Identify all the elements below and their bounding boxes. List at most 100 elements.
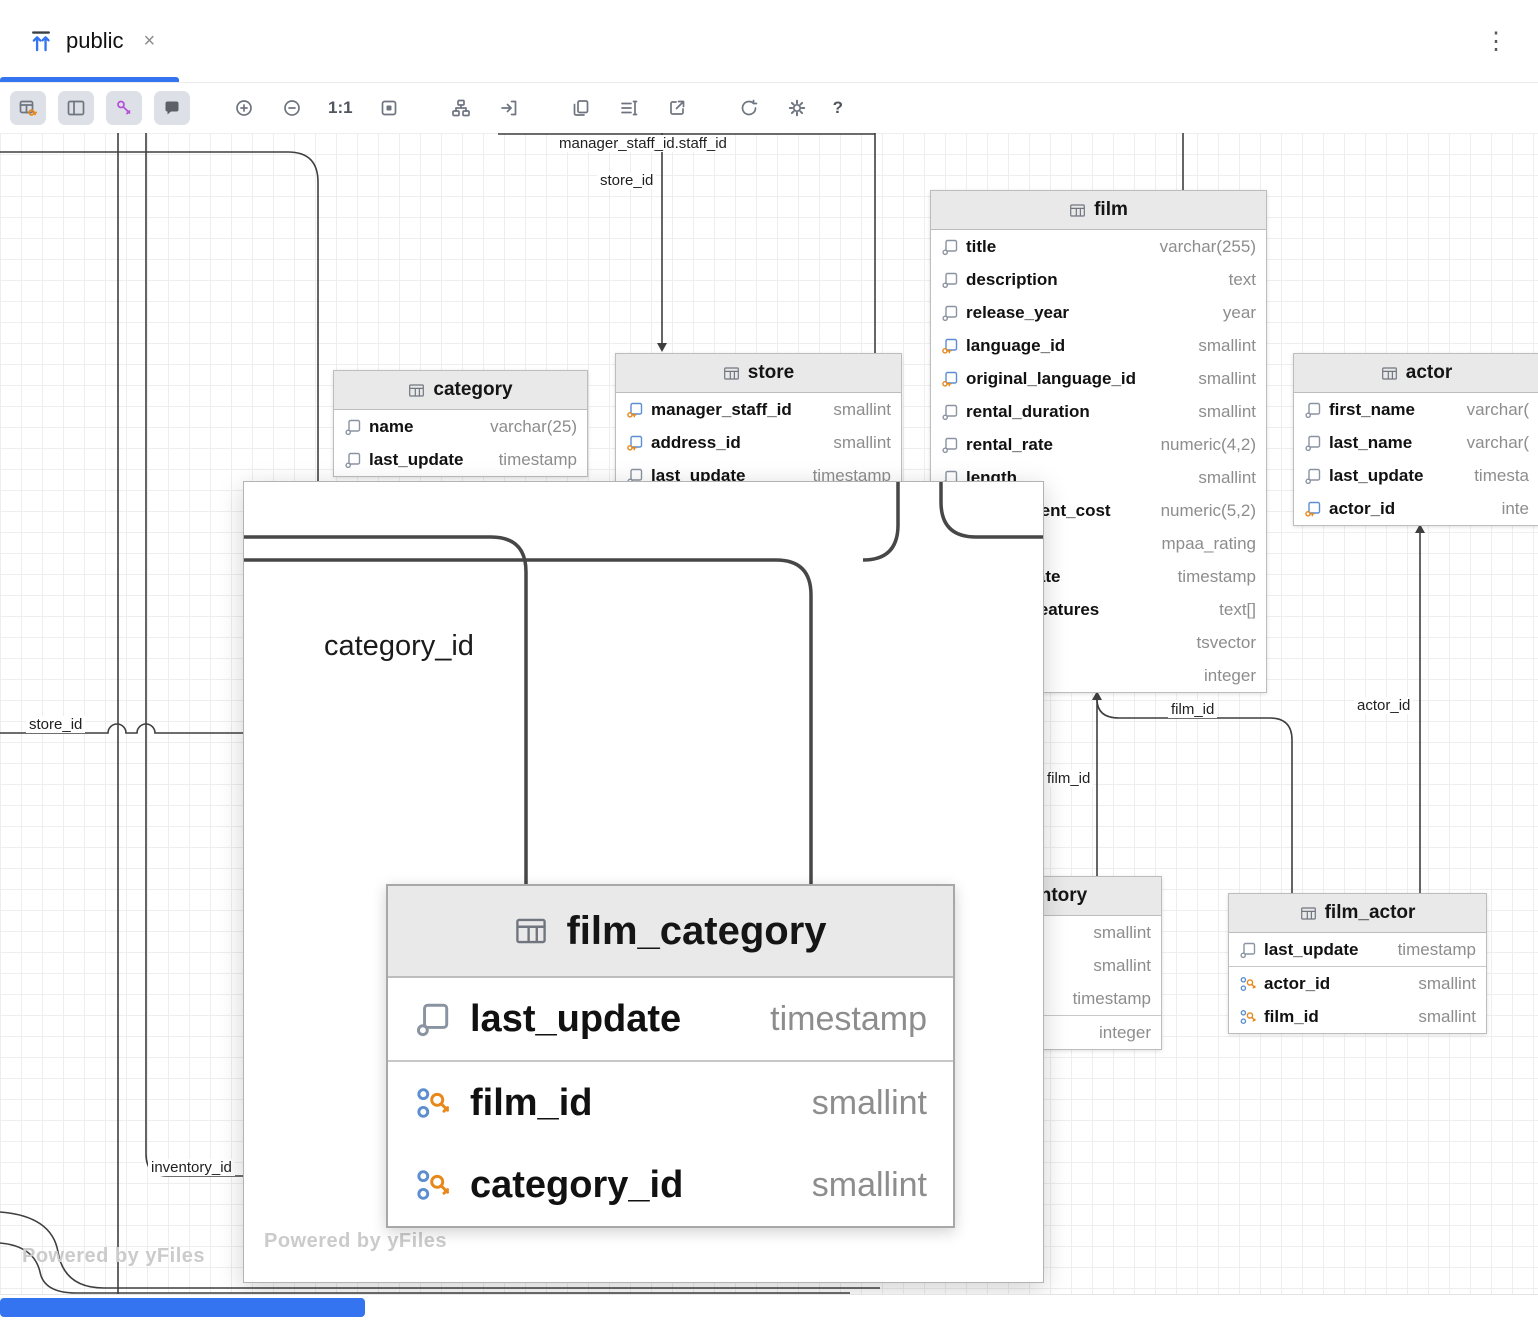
jump-to-object-button[interactable] — [491, 91, 527, 125]
edge-label: category_id — [320, 630, 478, 663]
key-icon — [114, 98, 134, 118]
gear-icon — [787, 98, 807, 118]
copy-diagram-button[interactable] — [563, 91, 599, 125]
fk-icon — [941, 337, 959, 355]
help-button[interactable]: ? — [827, 91, 849, 125]
diagram-canvas[interactable]: Powered by yFiles category_id Powered by… — [0, 133, 1538, 1294]
column-row: rental_durationsmallint — [931, 395, 1266, 428]
panel-icon — [66, 98, 86, 118]
edge-label: store_id — [26, 716, 85, 733]
table-grid-icon — [1381, 365, 1398, 382]
yfiles-watermark: Powered by yFiles — [22, 1245, 205, 1268]
column-row: rental_ratenumeric(4,2) — [931, 428, 1266, 461]
show-keys-toggle-button[interactable] — [106, 91, 142, 125]
fk-icon — [626, 401, 644, 419]
fk-icon — [941, 370, 959, 388]
select-text-icon — [619, 98, 639, 118]
settings-button[interactable] — [779, 91, 815, 125]
column-row: category_idsmallint — [388, 1144, 953, 1226]
active-tab-indicator — [0, 77, 179, 82]
select-text-button[interactable] — [611, 91, 647, 125]
zoom-in-icon — [234, 98, 254, 118]
column-row: film_idsmallint — [388, 1060, 953, 1144]
column-row: film_idsmallint — [1229, 1000, 1486, 1033]
fit-content-button[interactable] — [371, 91, 407, 125]
open-in-new-window-button[interactable] — [659, 91, 695, 125]
table-grid-icon — [1300, 905, 1317, 922]
col-icon — [941, 271, 959, 289]
export-icon — [667, 98, 687, 118]
pkfk-icon — [414, 1166, 452, 1204]
horizontal-scrollbar[interactable] — [0, 1294, 1538, 1320]
column-row: last_namevarchar( — [1294, 426, 1538, 459]
column-row: titlevarchar(255) — [931, 230, 1266, 263]
tab-bar: public × ⋮ — [0, 0, 1538, 83]
column-row: actor_idinte — [1294, 492, 1538, 525]
table-header: store — [616, 354, 901, 393]
fit-icon — [379, 98, 399, 118]
application-window: public × ⋮ 1:1? Powered by yFiles catego… — [0, 0, 1538, 1320]
pkfk-icon — [1239, 975, 1257, 993]
table-grid-icon — [514, 914, 548, 948]
fk-icon — [1304, 500, 1322, 518]
edge-label: film_id — [1044, 770, 1093, 787]
table-store[interactable]: storemanager_staff_idsmallintaddress_ids… — [615, 353, 902, 493]
tab-public[interactable]: public × — [0, 0, 179, 82]
pkfk-icon — [414, 1084, 452, 1122]
layout-icon — [451, 98, 471, 118]
column-row: actor_idsmallint — [1229, 966, 1486, 1000]
auto-layout-button[interactable] — [443, 91, 479, 125]
col-icon — [344, 418, 362, 436]
column-row: manager_staff_idsmallint — [616, 393, 901, 426]
column-row: language_idsmallint — [931, 329, 1266, 362]
col-icon — [941, 238, 959, 256]
table-grid-icon — [408, 382, 425, 399]
table-header: film_category — [388, 886, 953, 978]
zoom-out-icon — [282, 98, 302, 118]
col-icon — [1239, 941, 1257, 959]
zoom-in-button[interactable] — [226, 91, 262, 125]
tables-icon — [18, 98, 38, 118]
refresh-icon — [739, 98, 759, 118]
table-film_actor[interactable]: film_actorlast_updatetimestampactor_idsm… — [1228, 893, 1487, 1034]
col-icon — [414, 1000, 452, 1038]
table-grid-icon — [723, 365, 740, 382]
zoom-out-button[interactable] — [274, 91, 310, 125]
tab-close-icon[interactable]: × — [143, 30, 155, 53]
column-row: original_language_idsmallint — [931, 362, 1266, 395]
pkfk-icon — [1239, 1008, 1257, 1026]
column-row: release_yearyear — [931, 296, 1266, 329]
column-row: last_updatetimestamp — [334, 443, 587, 476]
tab-title: public — [66, 28, 123, 54]
col-icon — [941, 436, 959, 454]
col-icon — [941, 403, 959, 421]
col-icon — [344, 451, 362, 469]
tab-options-kebab-icon[interactable]: ⋮ — [1484, 27, 1508, 56]
zoom-overlay: category_id Powered by yFiles film_categ… — [243, 481, 1044, 1283]
table-names-toggle-button[interactable] — [10, 91, 46, 125]
comment-icon — [162, 98, 182, 118]
refresh-button[interactable] — [731, 91, 767, 125]
table-actor[interactable]: actorfirst_namevarchar(last_namevarchar(… — [1293, 353, 1538, 526]
diagram-toolbar: 1:1? — [0, 83, 1538, 133]
column-row: first_namevarchar( — [1294, 393, 1538, 426]
table-film_category[interactable]: film_categorylast_updatetimestampfilm_id… — [386, 884, 955, 1228]
scrollbar-thumb[interactable] — [0, 1298, 365, 1317]
column-row: address_idsmallint — [616, 426, 901, 459]
table-header: category — [334, 371, 587, 410]
edge-label: film_id — [1168, 701, 1217, 718]
fk-icon — [626, 434, 644, 452]
col-icon — [1304, 401, 1322, 419]
table-category[interactable]: categorynamevarchar(25)last_updatetimest… — [333, 370, 588, 477]
column-row: namevarchar(25) — [334, 410, 587, 443]
table-header: film_actor — [1229, 894, 1486, 933]
edge-label: actor_id — [1354, 697, 1413, 714]
column-row: last_updatetimestamp — [388, 978, 953, 1060]
column-row: last_updatetimesta — [1294, 459, 1538, 492]
table-header: actor — [1294, 354, 1538, 393]
column-row: last_updatetimestamp — [1229, 933, 1486, 966]
show-comments-toggle-button[interactable] — [154, 91, 190, 125]
table-grid-icon — [1069, 202, 1086, 219]
columns-panel-toggle-button[interactable] — [58, 91, 94, 125]
actual-size-button[interactable]: 1:1 — [322, 91, 359, 125]
